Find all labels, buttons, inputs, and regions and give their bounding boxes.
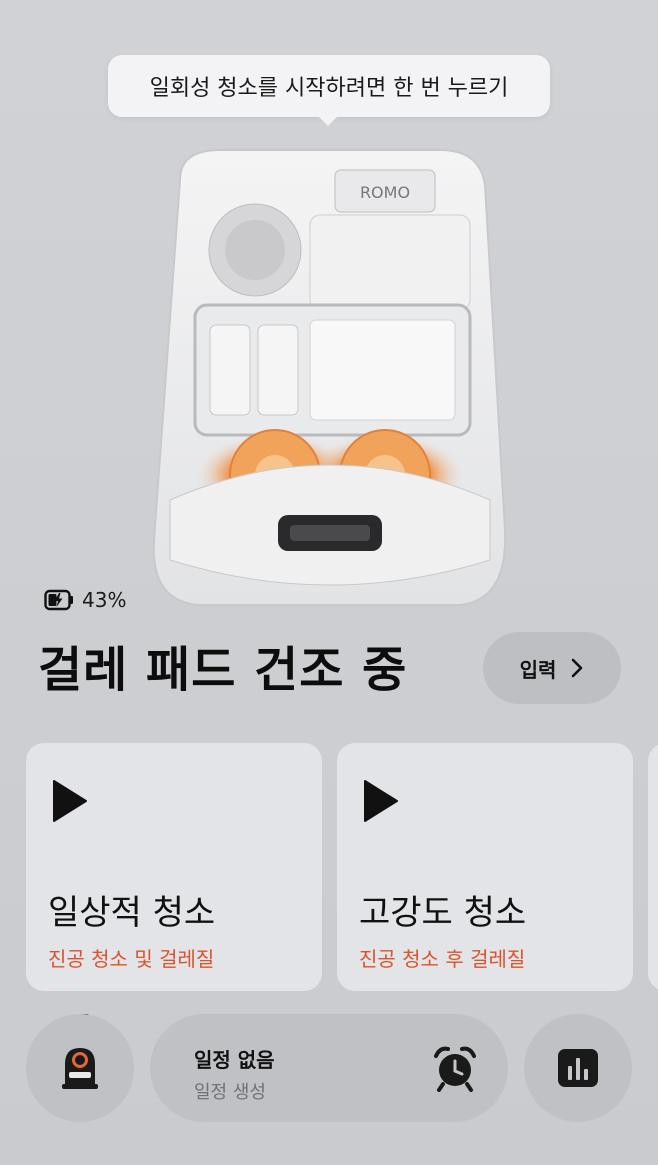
bar-chart-icon xyxy=(558,1049,598,1087)
tooltip-arrow xyxy=(318,116,338,126)
battery-charging-icon xyxy=(44,589,73,611)
chevron-right-icon xyxy=(572,658,583,678)
card-title: 일상적 청소 xyxy=(48,893,216,933)
robot-station-button[interactable] xyxy=(26,1014,134,1122)
card-subtitle: 진공 청소 후 걸레질 xyxy=(359,947,526,971)
status-title: 걸레 패드 건조 중 xyxy=(38,642,408,698)
robot-vacuum-station-image[interactable]: ROMO xyxy=(140,140,520,610)
enter-button[interactable]: 입력 xyxy=(483,632,621,704)
battery-percent: 43% xyxy=(82,588,127,612)
play-icon xyxy=(53,780,87,822)
next-card-peek[interactable] xyxy=(648,743,658,991)
schedule-subtitle: 일정 생성 xyxy=(194,1082,266,1103)
deep-clean-card[interactable]: 고강도 청소 진공 청소 후 걸레질 xyxy=(337,743,633,991)
statistics-button[interactable] xyxy=(524,1014,632,1122)
schedule-title: 일정 없음 xyxy=(194,1048,275,1072)
battery-status: 43% xyxy=(44,588,126,612)
card-subtitle: 진공 청소 및 걸레질 xyxy=(48,947,215,971)
alarm-clock-icon xyxy=(434,1046,476,1092)
robot-station-icon xyxy=(62,1048,98,1089)
schedule-button[interactable]: 일정 없음 일정 생성 xyxy=(150,1014,508,1122)
tooltip-text: 일회성 청소를 시작하려면 한 번 누르기 xyxy=(149,76,509,101)
enter-button-label: 입력 xyxy=(519,657,557,682)
card-title: 고강도 청소 xyxy=(359,893,527,933)
play-icon xyxy=(364,780,398,822)
daily-clean-card[interactable]: 일상적 청소 진공 청소 및 걸레질 xyxy=(26,743,322,991)
one-time-clean-tooltip: 일회성 청소를 시작하려면 한 번 누르기 xyxy=(108,55,550,117)
robot-brand-text: ROMO xyxy=(360,183,410,202)
